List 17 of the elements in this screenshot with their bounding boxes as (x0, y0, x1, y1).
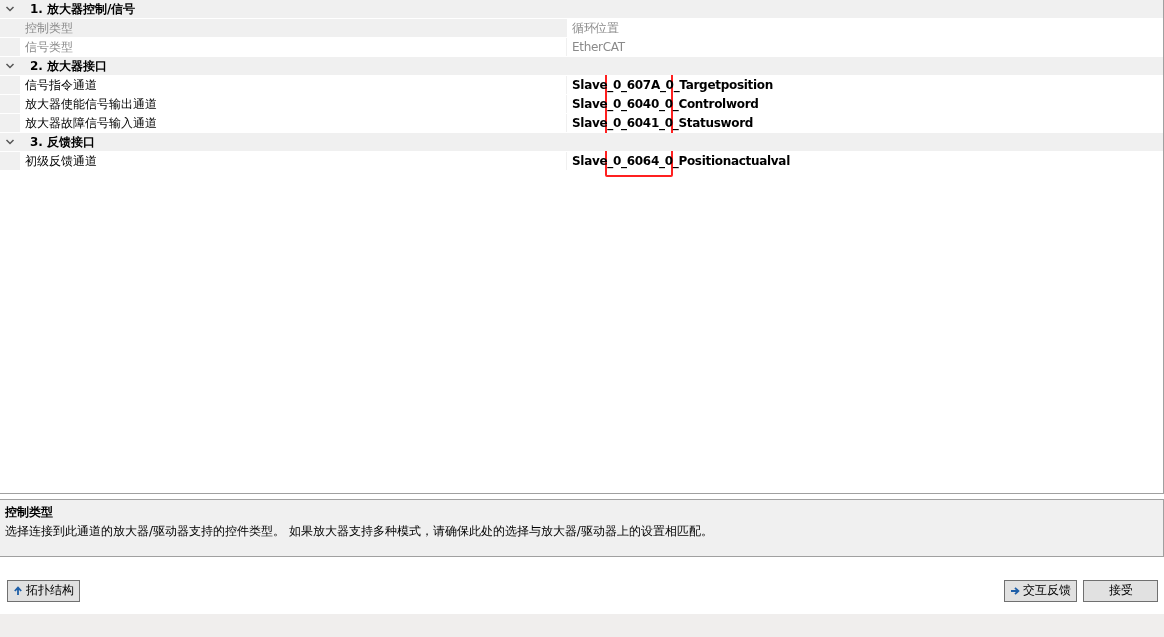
property-name[interactable]: 放大器故障信号输入通道 (20, 114, 567, 132)
chevron-down-icon[interactable] (5, 137, 15, 147)
property-name[interactable]: 放大器使能信号输出通道 (20, 95, 567, 113)
description-title: 控制类型 (5, 504, 53, 521)
description-text: 选择连接到此通道的放大器/驱动器支持的控件类型。 如果放大器支持多种模式，请确保此处的选择与放大器/驱动器上的设置相匹配。 (5, 523, 713, 540)
section-title[interactable]: 2. 放大器接口 (30, 57, 108, 75)
chevron-down-icon[interactable] (5, 4, 15, 14)
accept-button[interactable]: 接受 (1083, 579, 1158, 602)
section-title[interactable]: 1. 放大器控制/信号 (30, 0, 136, 18)
back-button[interactable]: 拓扑结构 (7, 579, 80, 602)
arrow-right-icon (1010, 585, 1020, 596)
next-button[interactable]: 交互反馈 (1004, 579, 1077, 602)
chevron-down-icon[interactable] (5, 61, 15, 71)
section-title[interactable]: 3. 反馈接口 (30, 133, 96, 151)
property-name[interactable]: 初级反馈通道 (20, 152, 567, 170)
arrow-up-icon (13, 585, 23, 596)
property-name[interactable]: 信号指令通道 (20, 76, 567, 94)
